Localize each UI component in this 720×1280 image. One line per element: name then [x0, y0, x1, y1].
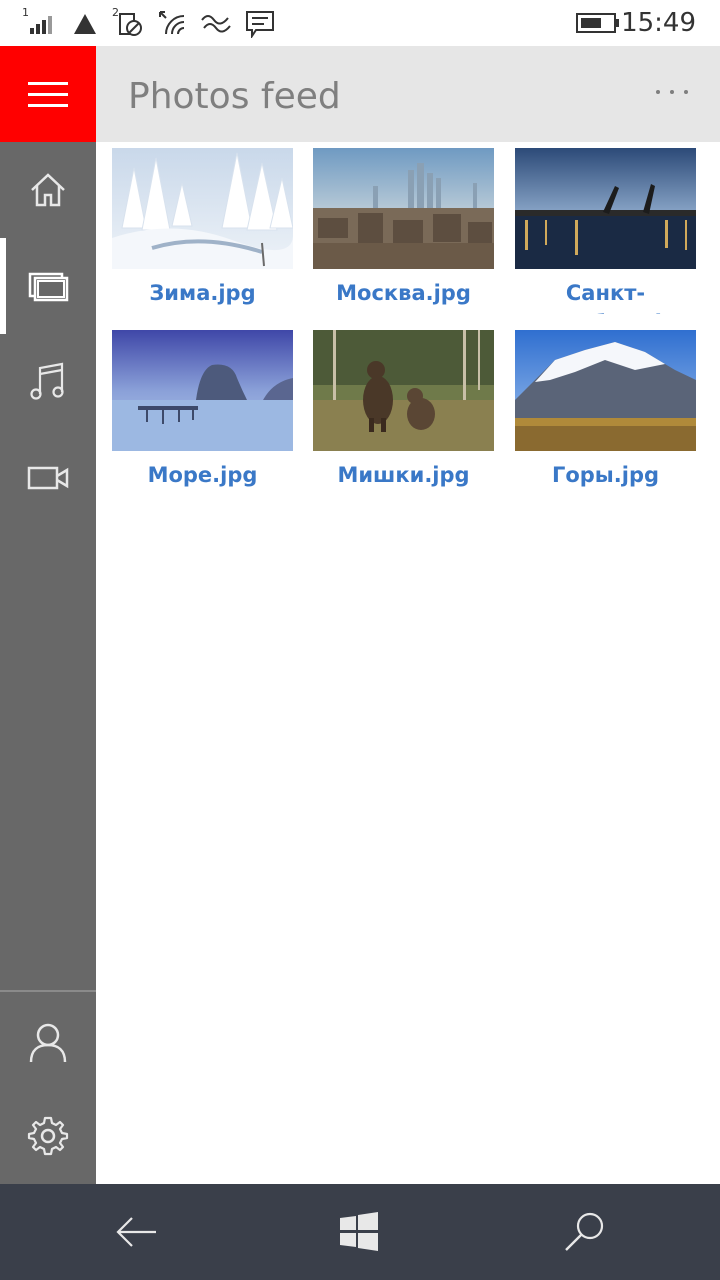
photo-caption[interactable]: Море.jpg: [112, 460, 293, 496]
search-icon: [565, 1212, 604, 1251]
photo-caption[interactable]: Санкт-Петербург.jpg: [515, 278, 696, 314]
more-options-button[interactable]: [654, 82, 690, 102]
photo-caption[interactable]: Горы.jpg: [515, 460, 696, 496]
svg-text:1: 1: [22, 6, 29, 19]
photo-tile[interactable]: Горы.jpg: [515, 324, 696, 494]
search-button[interactable]: [560, 1208, 608, 1256]
photo-caption[interactable]: Зима.jpg: [112, 278, 293, 314]
sim2-no-service-icon: 2: [112, 6, 146, 42]
message-icon: [244, 6, 276, 42]
photo-tile[interactable]: Зима.jpg: [112, 142, 293, 312]
photo-tile[interactable]: Мишки.jpg: [313, 324, 494, 494]
wifi-icon: [156, 6, 190, 42]
photos-icon: [28, 272, 69, 302]
sidebar: [0, 142, 96, 1184]
nav-account[interactable]: [0, 994, 96, 1090]
ellipsis-icon: [656, 90, 660, 94]
photo-tile[interactable]: Москва.jpg: [313, 142, 494, 312]
hamburger-icon: [28, 82, 68, 85]
photo-tile[interactable]: Санкт-Петербург.jpg: [515, 142, 696, 314]
back-arrow-icon: [116, 1217, 156, 1247]
photo-thumbnail-sea: [112, 330, 293, 451]
photo-thumbnail-bears: [313, 330, 494, 451]
photo-thumbnail-bridge: [515, 148, 696, 269]
photo-thumbnail-city: [313, 148, 494, 269]
home-icon: [31, 173, 65, 207]
photo-caption[interactable]: Москва.jpg: [313, 278, 494, 314]
battery-icon: [576, 10, 620, 40]
settings-icon: [27, 1116, 69, 1156]
hamburger-menu-button[interactable]: [0, 46, 96, 142]
nav-settings[interactable]: [0, 1088, 96, 1184]
status-bar: 1 2 15:49: [0, 0, 720, 46]
start-button[interactable]: [336, 1208, 384, 1256]
photo-caption[interactable]: Мишки.jpg: [313, 460, 494, 496]
signal-triangle-icon: [72, 6, 98, 42]
nav-photos[interactable]: [0, 238, 96, 334]
nav-home[interactable]: [0, 142, 96, 238]
system-navigation-bar: [0, 1184, 720, 1280]
video-icon: [27, 466, 69, 490]
photo-tile[interactable]: Море.jpg: [112, 324, 293, 494]
back-button[interactable]: [112, 1208, 160, 1256]
photo-grid: Зима.jpg Москва.jpg Санкт- Море.jpg Мишк…: [96, 142, 720, 1184]
signal-sim1-icon: 1: [22, 6, 56, 42]
sidebar-divider: [0, 990, 96, 992]
clock: 15:49: [621, 8, 696, 38]
page-title: Photos feed: [128, 76, 341, 117]
windows-logo-icon: [340, 1212, 378, 1251]
nav-music[interactable]: [0, 334, 96, 430]
vibrate-icon: [200, 6, 232, 42]
nav-video[interactable]: [0, 430, 96, 526]
svg-text:2: 2: [112, 6, 119, 19]
photo-thumbnail-mountains: [515, 330, 696, 451]
account-icon: [29, 1023, 67, 1063]
music-icon: [30, 362, 64, 400]
photo-thumbnail-winter: [112, 148, 293, 269]
page-header: Photos feed: [96, 46, 720, 142]
